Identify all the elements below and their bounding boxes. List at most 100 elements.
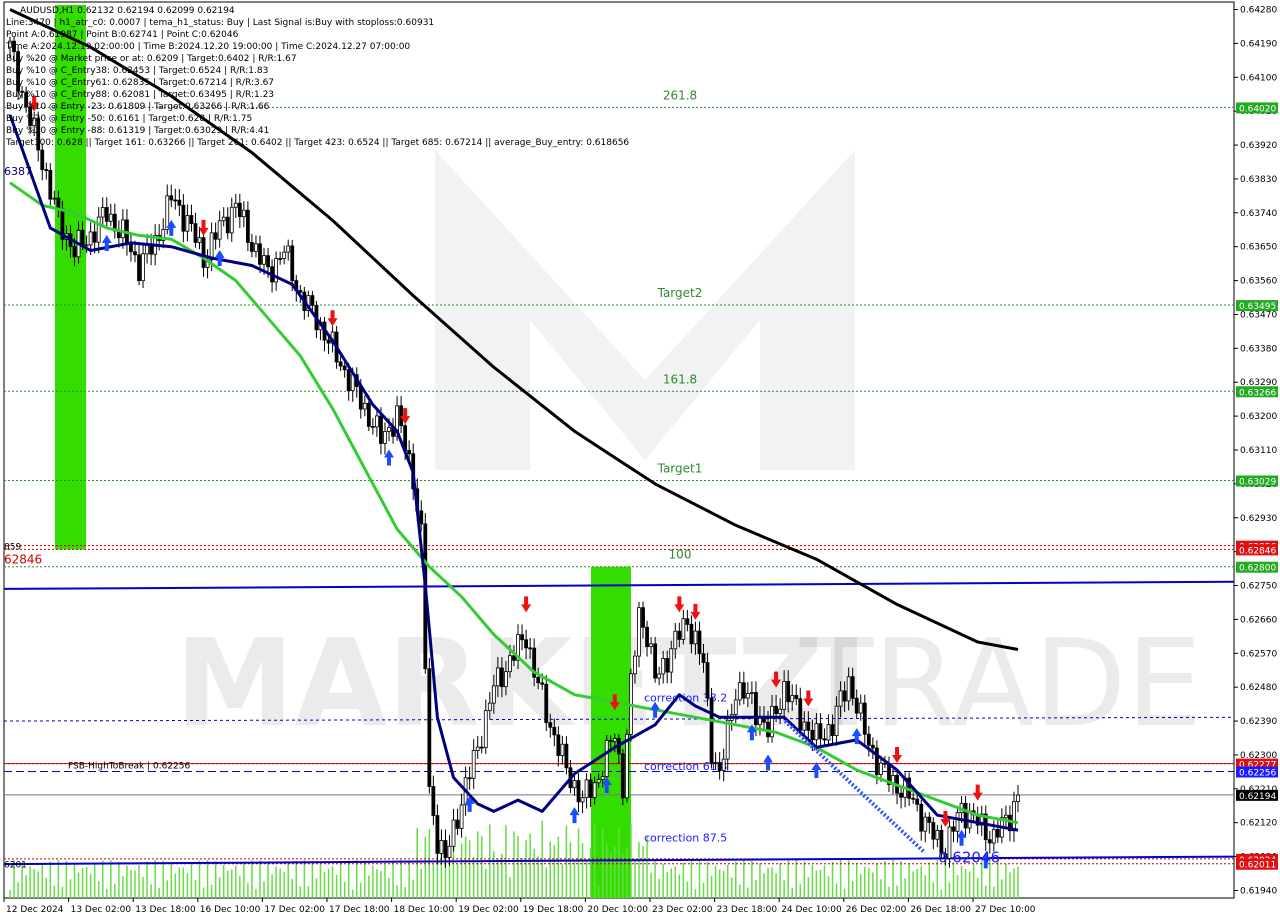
candle-body	[564, 743, 569, 769]
candle-body	[96, 216, 101, 243]
candle-body	[846, 676, 851, 702]
time-tick-label: 20 Dec 10:00	[587, 905, 648, 915]
time-tick-label: 24 Dec 10:00	[781, 905, 842, 915]
candle-body	[782, 681, 787, 710]
price-tick-label: 0.63380	[1240, 344, 1277, 354]
candle-body	[177, 199, 182, 206]
candle-body	[612, 738, 617, 742]
candle-body	[84, 244, 89, 247]
info-line: Buy %10 @ C_Entry61: 0.62835 | Target:0.…	[6, 78, 274, 88]
price-tag-label: 0.63266	[1239, 388, 1276, 398]
candle-body	[653, 643, 658, 679]
candle-body	[592, 782, 597, 798]
candle-body	[467, 777, 472, 780]
candle-body	[552, 726, 557, 736]
level-label: Target1	[657, 461, 703, 475]
candle-body	[193, 223, 198, 243]
candle-body	[911, 797, 916, 800]
price-tag-label: 0.62194	[1239, 792, 1276, 802]
candle-body	[705, 662, 710, 699]
candle-body	[536, 676, 541, 684]
candle-body	[709, 697, 714, 764]
candle-body	[310, 295, 315, 306]
candle-body	[858, 702, 863, 714]
candle-body	[838, 690, 843, 707]
candle-body	[669, 648, 674, 673]
candle-body	[633, 655, 637, 675]
candle-body	[362, 402, 367, 410]
candle-body	[778, 708, 783, 714]
candle-body	[879, 762, 883, 775]
price-chart[interactable]: MARKETZITRADE261.8Target2161.8Target1100…	[0, 0, 1280, 920]
time-tick-label: 16 Dec 10:00	[200, 905, 261, 915]
time-tick-label: 23 Dec 02:00	[652, 905, 713, 915]
candle-body	[754, 692, 758, 726]
candle-body	[790, 694, 795, 703]
candle-body	[338, 361, 343, 367]
candle-body	[560, 743, 565, 756]
candle-body	[290, 245, 295, 282]
candle-body	[439, 840, 444, 854]
price-tick-label: 0.63920	[1240, 141, 1277, 151]
candle-body	[528, 647, 533, 650]
candle-body	[1004, 814, 1008, 819]
price-tick-label: 0.63650	[1240, 243, 1277, 253]
candle-body	[443, 840, 448, 858]
price-tag-label: 0.62800	[1239, 564, 1276, 574]
candle-body	[842, 690, 847, 702]
candle-body	[814, 723, 819, 741]
candle-body	[326, 339, 331, 344]
candle-body	[48, 170, 53, 200]
candle-body	[399, 405, 404, 427]
candle-body	[588, 779, 593, 798]
candle-body	[479, 746, 484, 749]
candle-body	[717, 762, 722, 771]
candle-body	[584, 779, 589, 798]
price-tick-label: 0.63830	[1240, 175, 1277, 185]
info-line: AUDUSD,H1 0.62132 0.62194 0.62099 0.6219…	[20, 6, 235, 16]
candle-body	[689, 623, 694, 645]
candle-body	[201, 237, 206, 268]
candle-body	[955, 812, 960, 832]
candle-body	[286, 245, 291, 253]
price-tick-label: 0.62120	[1240, 819, 1277, 829]
candle-body	[233, 202, 238, 208]
candle-body	[524, 639, 528, 649]
candle-body	[217, 220, 222, 240]
candle-body	[572, 780, 577, 789]
candle-body	[266, 255, 270, 268]
candle-body	[278, 258, 283, 260]
candle-body	[826, 724, 831, 741]
candle-body	[379, 415, 383, 444]
candle-body	[137, 254, 141, 282]
candle-body	[209, 232, 214, 261]
candle-body	[108, 213, 113, 222]
info-line: Buy %20 @ Entry -88: 0.61319 | Target:0.…	[6, 126, 269, 136]
candle-body	[721, 758, 726, 771]
time-tick-label: 12 Dec 2024	[6, 905, 64, 915]
price-tag-label: 0.63029	[1239, 477, 1276, 487]
candle-body	[100, 207, 105, 218]
level-label: Target2	[657, 286, 703, 300]
time-tick-label: 17 Dec 18:00	[329, 905, 390, 915]
info-line: Time A:2024.12.19 02:00:00 | Time B:2024…	[5, 42, 410, 52]
chart-root: MARKETZI TRADE 261.8 Target2 161.8 Target1 100…	[0, 0, 1280, 920]
time-tick-label: 13 Dec 18:00	[135, 905, 196, 915]
time-tick-label: 26 Dec 18:00	[910, 905, 971, 915]
candle-body	[72, 246, 77, 258]
candle-body	[221, 216, 226, 222]
candle-body	[701, 653, 706, 663]
candle-body	[92, 231, 97, 243]
candle-body	[512, 655, 516, 661]
candle-body	[685, 618, 690, 625]
candle-body	[693, 630, 698, 645]
price-tick-label: 0.62750	[1240, 582, 1277, 592]
candle-body	[540, 682, 545, 685]
level-label: 261.8	[663, 88, 697, 102]
candle-body	[927, 816, 932, 823]
candle-body	[620, 753, 625, 799]
candle-body	[637, 607, 641, 657]
candle-body	[802, 721, 807, 731]
candle-body	[129, 244, 133, 253]
price-tag-label: 0.64020	[1239, 104, 1276, 114]
